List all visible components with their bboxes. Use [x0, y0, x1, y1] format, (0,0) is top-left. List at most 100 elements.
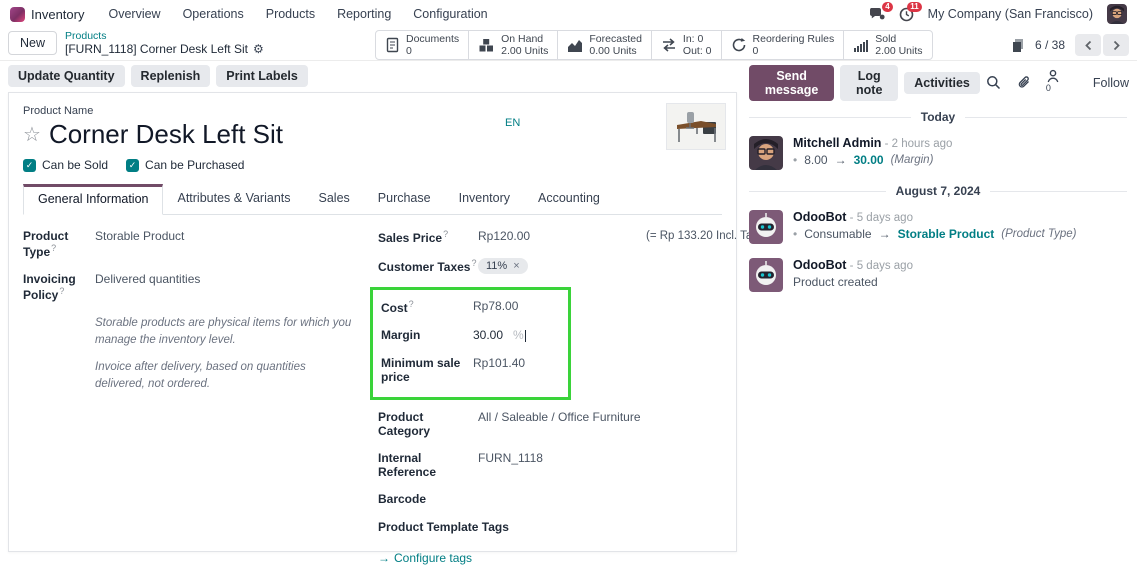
customer-tax-tag[interactable]: 11% × [478, 258, 528, 274]
stat-button-in-out[interactable]: In: 0Out: 0 [651, 30, 722, 60]
pager-count: 6 / 38 [1035, 38, 1065, 52]
message-author[interactable]: OdooBot [793, 210, 846, 224]
help-marker: ? [409, 299, 414, 309]
message-author[interactable]: Mitchell Admin [793, 136, 881, 150]
help-marker: ? [59, 286, 64, 296]
odoobot-avatar [749, 210, 783, 244]
area-chart-icon [567, 38, 583, 53]
tab-purchase[interactable]: Purchase [364, 184, 445, 214]
message-time: 5 days ago [846, 212, 913, 224]
update-quantity-button[interactable]: Update Quantity [8, 65, 125, 87]
new-button[interactable]: New [8, 31, 57, 55]
percent-unit: % [513, 328, 524, 342]
stat-button-documents[interactable]: Documents0 [375, 30, 469, 60]
search-messages-icon[interactable] [986, 75, 1001, 90]
messages-icon[interactable]: 4 [869, 7, 885, 21]
log-note-button[interactable]: Log note [840, 65, 898, 101]
storable-help-text: Storable products are physical items for… [95, 315, 355, 348]
menu-item-reporting[interactable]: Reporting [327, 5, 401, 23]
follow-button[interactable]: Follow [1093, 76, 1129, 90]
gear-icon[interactable]: ⚙ [253, 43, 264, 56]
tracking-change: • Consumable → Storable Product (Product… [793, 227, 1076, 241]
configure-tags-link[interactable]: →Configure tags [378, 551, 472, 566]
sales-price-input[interactable]: Rp120.00 [478, 229, 530, 245]
invoicing-help-text: Invoice after delivery, based on quantit… [95, 359, 355, 392]
stat-button-forecasted[interactable]: Forecasted0.00 Units [557, 30, 652, 60]
followers-icon[interactable]: 0 [1046, 67, 1060, 99]
followers-count: 0 [1046, 83, 1051, 93]
chatter-message: OdooBot5 days ago • Consumable → Storabl… [749, 210, 1127, 244]
sales-price-label: Sales Price? [378, 229, 478, 245]
app-switcher[interactable]: Inventory [10, 7, 84, 22]
chatter-message: Mitchell Admin2 hours ago • 8.00 → 30.00… [749, 136, 1127, 170]
remove-tax-icon[interactable]: × [513, 260, 519, 272]
mitchell-admin-avatar [749, 136, 783, 170]
tab-inventory[interactable]: Inventory [445, 184, 524, 214]
product-type-label: Product Type? [23, 229, 95, 259]
minimum-sale-price-input[interactable]: Rp101.40 [473, 356, 525, 384]
message-author[interactable]: OdooBot [793, 258, 846, 272]
chatter-thread: Today Mitchell Admin2 hours ago • 8.00 →… [749, 100, 1127, 306]
arrow-right-icon: → [835, 153, 847, 167]
menu-item-configuration[interactable]: Configuration [403, 5, 497, 23]
company-selector[interactable]: My Company (San Francisco) [928, 7, 1093, 21]
date-divider-today: Today [749, 110, 1127, 124]
stat-button-sold[interactable]: Sold2.00 Units [843, 30, 932, 60]
document-icon [385, 37, 400, 53]
cost-label: Cost? [381, 299, 473, 315]
activities-button[interactable]: Activities [904, 72, 980, 94]
highlight-box: Cost? Rp78.00 Margin 30.00% Minimum sale… [370, 287, 571, 400]
internal-reference-label: Internal Reference [378, 451, 478, 479]
activities-badge: 11 [907, 2, 921, 12]
pager-previous-button[interactable] [1075, 34, 1101, 56]
menu-item-overview[interactable]: Overview [98, 5, 170, 23]
stat-button-reordering-rules[interactable]: Reordering Rules0 [721, 30, 845, 60]
tab-attributes-variants[interactable]: Attributes & Variants [163, 184, 304, 214]
bar-chart-icon [853, 38, 869, 53]
translate-lang-button[interactable]: EN [505, 117, 520, 129]
invoicing-policy-value[interactable]: Delivered quantities [95, 272, 200, 302]
odoobot-avatar [749, 258, 783, 292]
breadcrumb-parent[interactable]: Products [65, 31, 264, 43]
app-name[interactable]: Inventory [31, 7, 84, 22]
customer-taxes-label: Customer Taxes? [378, 258, 478, 274]
checkbox-check-icon: ✓ [126, 159, 139, 172]
stat-button-on-hand[interactable]: On Hand2.00 Units [468, 30, 558, 60]
tab-sales[interactable]: Sales [305, 184, 364, 214]
help-marker: ? [443, 229, 448, 239]
cost-input[interactable]: Rp78.00 [473, 299, 518, 315]
can-be-purchased-checkbox[interactable]: ✓ Can be Purchased [126, 158, 244, 172]
stacked-pages-icon[interactable] [1011, 38, 1025, 53]
can-be-sold-checkbox[interactable]: ✓ Can be Sold [23, 158, 108, 172]
tab-accounting[interactable]: Accounting [524, 184, 614, 214]
date-divider-august: August 7, 2024 [749, 184, 1127, 198]
print-labels-button[interactable]: Print Labels [216, 65, 308, 87]
menu-item-operations[interactable]: Operations [173, 5, 254, 23]
tracking-change: • 8.00 → 30.00 (Margin) [793, 153, 952, 167]
menu-item-products[interactable]: Products [256, 5, 325, 23]
internal-reference-input[interactable]: FURN_1118 [478, 451, 543, 479]
barcode-label: Barcode [378, 492, 478, 507]
product-name-title[interactable]: Corner Desk Left Sit [49, 119, 283, 150]
margin-input[interactable]: 30.00% [473, 328, 526, 343]
pager-next-button[interactable] [1103, 34, 1129, 56]
product-category-label: Product Category [378, 410, 478, 438]
attachments-paperclip-icon[interactable] [1016, 75, 1031, 90]
product-type-value[interactable]: Storable Product [95, 229, 184, 259]
product-category-value[interactable]: All / Saleable / Office Furniture [478, 410, 641, 438]
messages-badge: 4 [882, 2, 892, 12]
inventory-app-icon [10, 7, 25, 22]
activities-clock-icon[interactable]: 11 [899, 7, 914, 22]
text-caret [525, 330, 526, 342]
stat-buttons: Documents0 On Hand2.00 Units Forecasted0… [375, 30, 933, 60]
send-message-button[interactable]: Send message [749, 65, 834, 101]
replenish-button[interactable]: Replenish [131, 65, 211, 87]
tab-general-information[interactable]: General Information [23, 184, 163, 215]
product-image[interactable] [666, 103, 726, 150]
user-avatar[interactable] [1107, 4, 1127, 24]
arrow-right-icon: → [378, 551, 390, 565]
favorite-star-icon[interactable]: ☆ [23, 125, 41, 145]
message-time: 2 hours ago [881, 138, 952, 150]
message-body: Product created [793, 275, 913, 289]
breadcrumb-current: [FURN_1118] Corner Desk Left Sit [65, 43, 248, 56]
